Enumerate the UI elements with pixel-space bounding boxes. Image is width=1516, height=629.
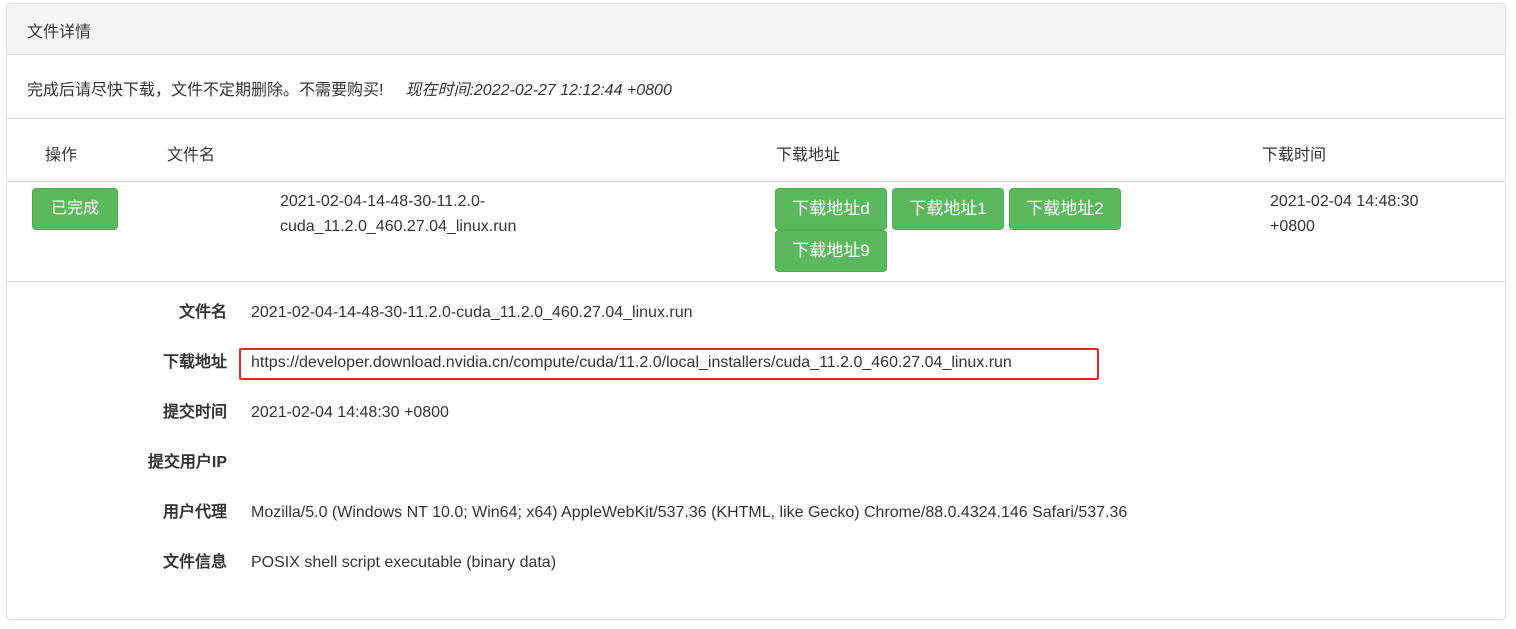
detail-row-filename: 文件名 2021-02-04-14-48-30-11.2.0-cuda_11.2… — [7, 298, 1505, 328]
download-link-2-button[interactable]: 下载地址2 — [1009, 188, 1121, 230]
detail-row-download-url: 下载地址 https://developer.download.nvidia.c… — [7, 348, 1505, 380]
detail-row-file-info: 文件信息 POSIX shell script executable (bina… — [7, 548, 1505, 578]
column-header-action: 操作 — [45, 147, 78, 164]
detail-value-user-agent: Mozilla/5.0 (Windows NT 10.0; Win64; x64… — [251, 504, 1128, 521]
detail-label-user-agent: 用户代理 — [162, 504, 227, 521]
download-time-line-2: +0800 — [1270, 218, 1315, 235]
notice-bar: 完成后请尽快下载，文件不定期删除。不需要购买! 现在时间:2022-02-27 1… — [7, 55, 1505, 119]
detail-row-submit-time: 提交时间 2021-02-04 14:48:30 +0800 — [7, 398, 1505, 428]
detail-value-submit-time: 2021-02-04 14:48:30 +0800 — [251, 404, 449, 421]
download-link-9-button[interactable]: 下载地址9 — [775, 230, 887, 272]
detail-value-file-info: POSIX shell script executable (binary da… — [251, 554, 557, 571]
notice-message: 完成后请尽快下载，文件不定期删除。不需要购买! — [27, 82, 384, 99]
filename-cell: 2021-02-04-14-48-30-11.2.0- cuda_11.2.0_… — [280, 189, 516, 239]
detail-label-submit-ip: 提交用户IP — [147, 454, 227, 471]
detail-label-download-url: 下载地址 — [162, 354, 227, 371]
detail-row-user-agent: 用户代理 Mozilla/5.0 (Windows NT 10.0; Win64… — [7, 498, 1505, 528]
file-details-panel: 文件详情 完成后请尽快下载，文件不定期删除。不需要购买! 现在时间:2022-02… — [6, 3, 1506, 620]
panel-title: 文件详情 — [7, 4, 1505, 55]
column-header-filename: 文件名 — [167, 147, 216, 164]
column-header-download-time: 下载时间 — [1262, 147, 1327, 164]
detail-label-submit-time: 提交时间 — [162, 404, 227, 421]
download-link-1-button[interactable]: 下载地址1 — [892, 188, 1004, 230]
download-link-d-button[interactable]: 下载地址d — [775, 188, 887, 230]
detail-label-file-info: 文件信息 — [162, 554, 227, 571]
column-header-download-url: 下载地址 — [776, 147, 841, 164]
filename-line-2: cuda_11.2.0_460.27.04_linux.run — [280, 218, 517, 235]
detail-value-download-url[interactable]: https://developer.download.nvidia.cn/com… — [251, 348, 1012, 378]
filename-line-1: 2021-02-04-14-48-30-11.2.0- — [280, 193, 486, 210]
detail-value-filename: 2021-02-04-14-48-30-11.2.0-cuda_11.2.0_4… — [251, 304, 693, 321]
completed-status-button[interactable]: 已完成 — [32, 188, 118, 230]
download-time-cell: 2021-02-04 14:48:30 +0800 — [1270, 189, 1419, 239]
detail-label-filename: 文件名 — [178, 304, 227, 321]
current-time: 现在时间:2022-02-27 12:12:44 +0800 — [405, 82, 672, 99]
download-time-line-1: 2021-02-04 14:48:30 — [1270, 193, 1419, 210]
table-row: 已完成 2021-02-04-14-48-30-11.2.0- cuda_11.… — [7, 182, 1505, 282]
detail-row-submit-ip: 提交用户IP — [7, 448, 1505, 478]
table-header: 操作 文件名 下载地址 下载时间 — [7, 119, 1505, 182]
